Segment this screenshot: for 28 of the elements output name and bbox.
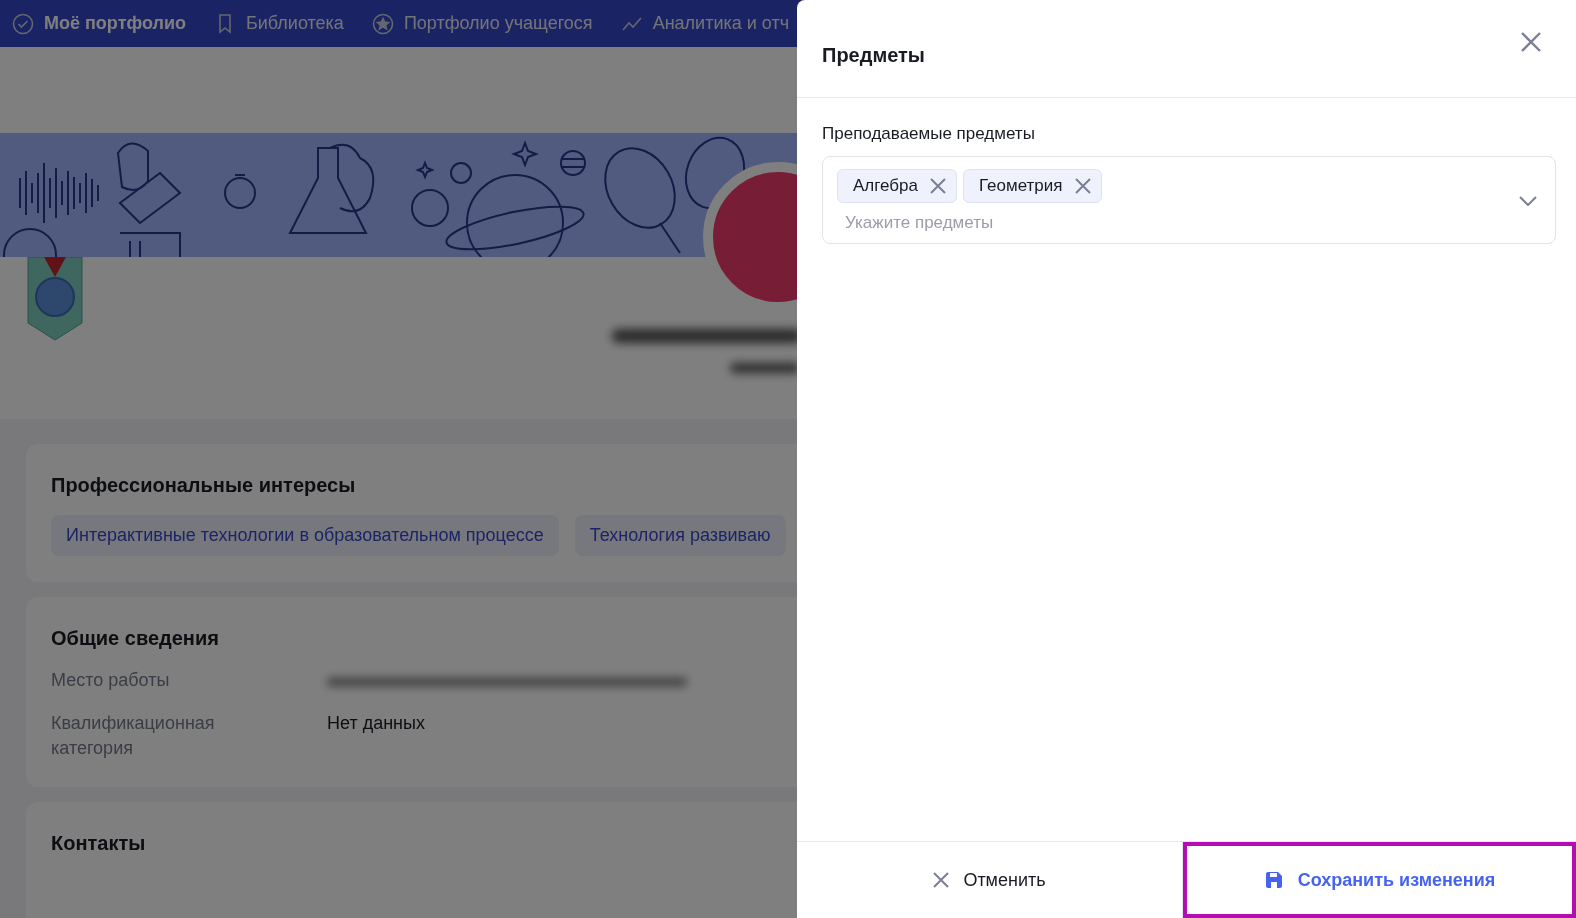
check-circle-icon <box>12 12 34 35</box>
interest-tag: Технология развиваю <box>574 515 786 556</box>
field-label: Квалификационная категория <box>51 712 216 760</box>
field-label: Преподаваемые предметы <box>822 124 1036 144</box>
medal-icon <box>26 257 84 341</box>
chip-label: Геометрия <box>979 176 1063 196</box>
section-title: Общие сведения <box>51 627 220 650</box>
interest-tag: Интерактивные технологии в образовательном процессе <box>51 515 559 556</box>
field-label: Место работы <box>51 669 171 692</box>
nav-item[interactable]: Библиотека <box>214 12 344 35</box>
blurred-text <box>730 363 800 373</box>
section-title: Контакты <box>51 832 147 855</box>
placeholder: Укажите предметы <box>844 213 995 233</box>
save-button[interactable]: Сохранить изменения <box>1183 842 1576 918</box>
close-icon <box>933 872 950 888</box>
field-value: Нет данных <box>327 712 426 735</box>
cancel-button[interactable]: Отменить <box>797 842 1183 918</box>
star-circle-icon <box>371 12 394 35</box>
subjects-select-field[interactable]: Алгебра Геометрия Укажите предметы <box>822 156 1556 244</box>
chip-label: Алгебра <box>853 176 918 196</box>
remove-button[interactable] <box>930 178 946 194</box>
chevron-down-icon <box>1519 196 1537 206</box>
remove-button[interactable] <box>1074 178 1091 194</box>
nav-item[interactable]: Моё портфолио <box>12 12 186 35</box>
nav-item[interactable]: Аналитика и отч <box>620 12 789 35</box>
nav-item[interactable]: Портфолио учащегося <box>371 12 593 35</box>
panel-title: Предметы <box>822 44 925 67</box>
section-title: Профессиональные интересы <box>51 474 357 497</box>
